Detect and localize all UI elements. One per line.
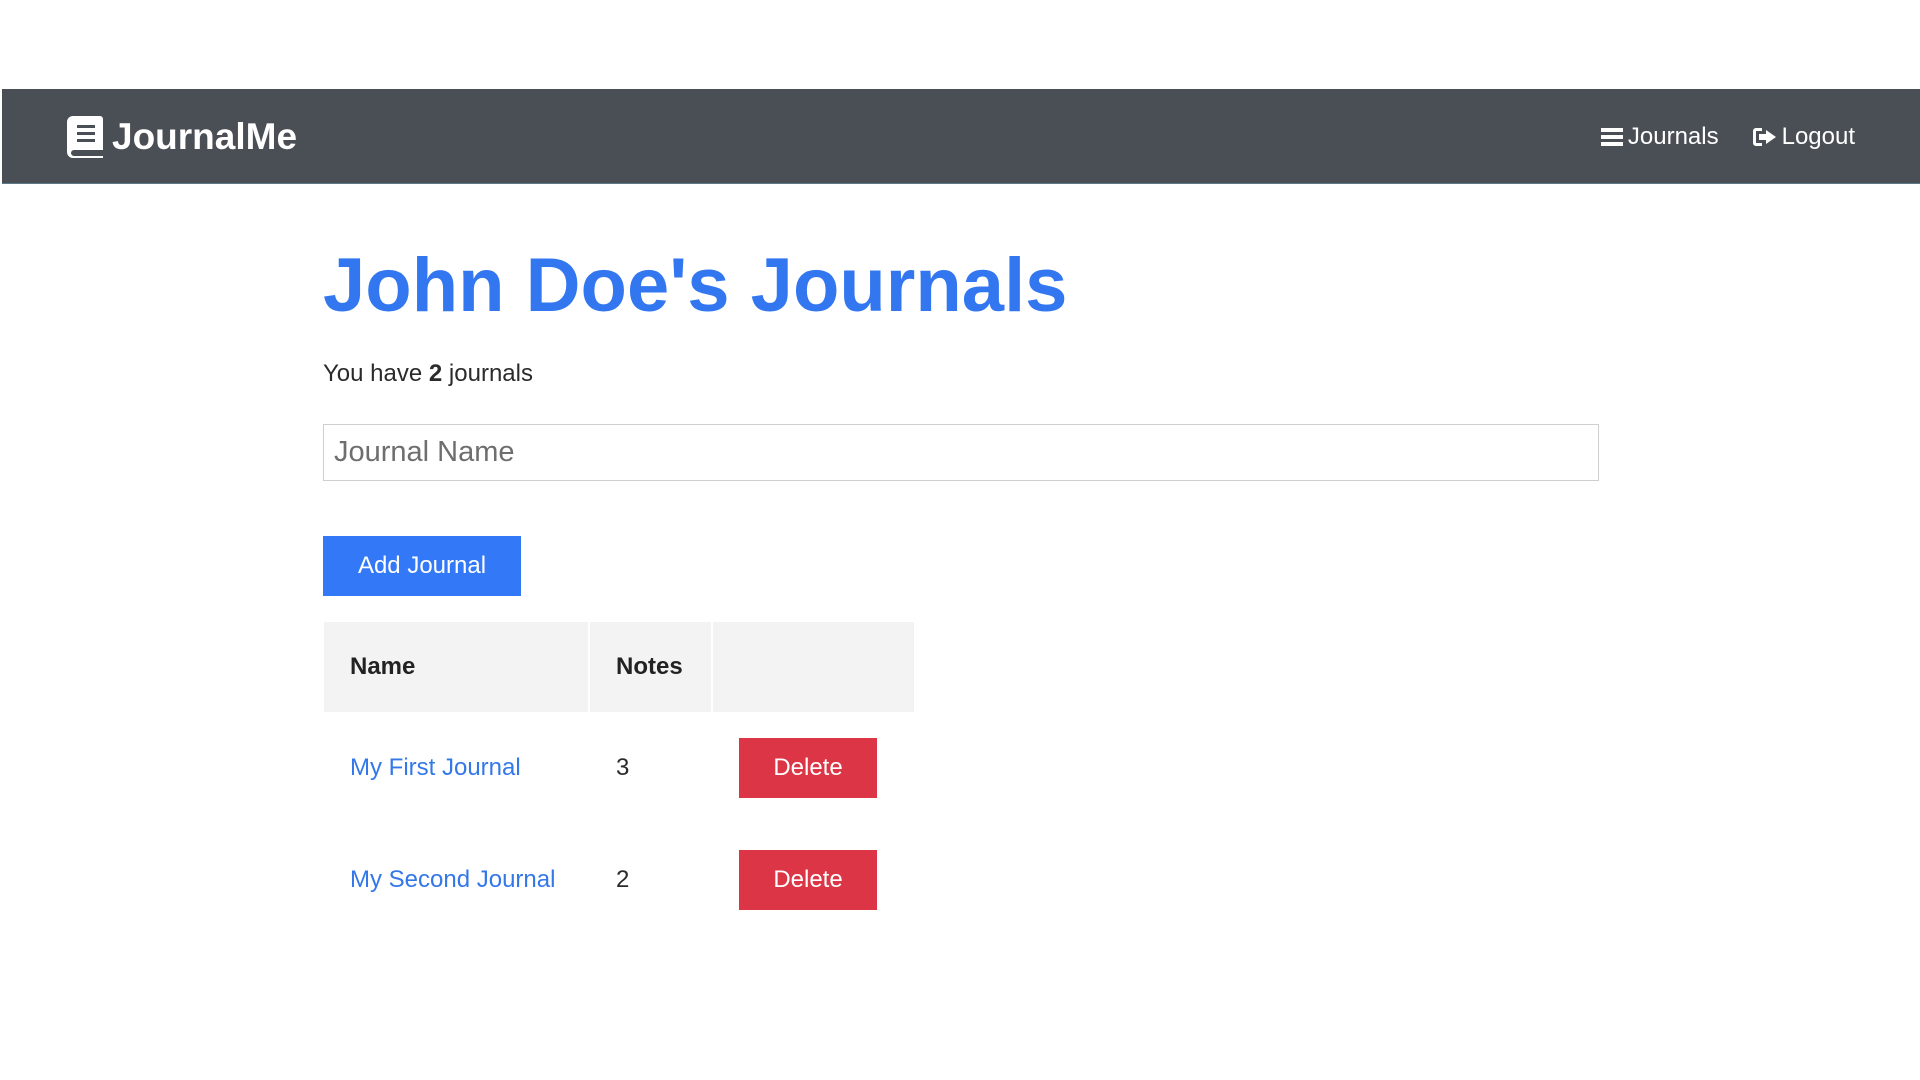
nav-journals-label: Journals: [1627, 123, 1719, 150]
journal-name-input[interactable]: [323, 424, 1599, 481]
brand-name: JournalMe: [112, 116, 298, 157]
journal-count: 2: [428, 360, 443, 387]
table-header-row: Name Notes: [324, 622, 914, 712]
nav-logout-link[interactable]: Logout: [1752, 123, 1855, 151]
journal-count-summary: You have 2 journals: [323, 359, 533, 389]
notes-count: 2: [616, 866, 630, 893]
journal-name-cell: My Second Journal: [324, 824, 588, 936]
add-journal-button[interactable]: Add Journal: [323, 536, 521, 596]
journal-link[interactable]: My First Journal: [350, 754, 521, 781]
journals-table: Name Notes My First Journal 3 Delete My …: [322, 622, 916, 936]
brand-link[interactable]: JournalMe: [67, 116, 297, 158]
notes-count: 3: [616, 754, 630, 781]
journal-name-cell: My First Journal: [324, 712, 588, 824]
summary-prefix: You have: [323, 360, 423, 387]
journal-link[interactable]: My Second Journal: [350, 866, 555, 893]
nav-journals-link[interactable]: Journals: [1600, 123, 1719, 151]
navbar: JournalMe Journals Logout: [2, 89, 1920, 184]
nav-logout-label: Logout: [1781, 123, 1855, 150]
page-title: John Doe's Journals: [323, 243, 1068, 328]
actions-cell: Delete: [713, 824, 914, 936]
delete-button[interactable]: Delete: [739, 738, 877, 798]
sign-out-icon: [1752, 128, 1776, 146]
actions-cell: Delete: [713, 712, 914, 824]
header-actions: [713, 622, 914, 712]
table-row: My First Journal 3 Delete: [324, 712, 914, 824]
delete-button[interactable]: Delete: [739, 850, 877, 910]
header-notes: Notes: [590, 622, 711, 712]
nav-links: Journals Logout: [1567, 116, 1855, 158]
book-icon: [67, 116, 103, 158]
header-name: Name: [324, 622, 588, 712]
bars-icon: [1600, 128, 1623, 146]
summary-suffix: journals: [448, 360, 533, 387]
table-row: My Second Journal 2 Delete: [324, 824, 914, 936]
